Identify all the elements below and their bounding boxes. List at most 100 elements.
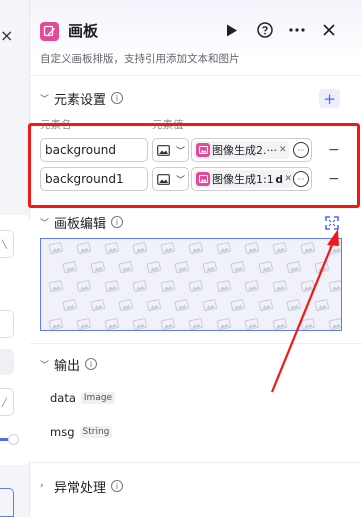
error-handling-header[interactable]: › 异常处理 i <box>40 477 124 496</box>
image-placeholder-icon <box>104 318 119 330</box>
image-placeholder-icon <box>118 261 133 274</box>
info-icon[interactable]: i <box>111 216 124 228</box>
image-placeholder-icon <box>104 242 119 255</box>
image-placeholder-icon <box>76 280 91 293</box>
image-placeholder-icon <box>216 280 231 293</box>
element-settings-title: 元素设置 <box>54 92 107 108</box>
canvas-node-panel: 画板 自定义画板排版，支持引用添加文本和图片 ﹀ 元素设置 i + 元素名 元素… <box>30 0 362 517</box>
image-placeholder-icon <box>132 318 147 330</box>
image-placeholder-icon <box>132 242 147 255</box>
panel-title: 画板 <box>68 22 99 40</box>
image-placeholder-icon <box>90 261 105 274</box>
background-field-disabled <box>0 349 14 375</box>
image-placeholder-icon <box>314 261 329 274</box>
output-name: data <box>50 391 76 405</box>
more-horizontal-icon <box>289 28 305 32</box>
background-field[interactable] <box>0 310 14 338</box>
image-placeholder-icon <box>244 318 259 330</box>
image-placeholder-icon <box>216 242 231 255</box>
image-placeholder-icon <box>272 318 287 330</box>
image-placeholder-icon <box>300 318 315 330</box>
image-placeholder-icon <box>62 299 77 312</box>
close-button[interactable] <box>318 19 340 41</box>
panel-description: 自定义画板排版，支持引用添加文本和图片 <box>40 53 240 65</box>
image-placeholder-icon <box>160 280 175 293</box>
background-field[interactable]: ╱ <box>0 388 14 416</box>
image-placeholder-icon <box>258 261 273 274</box>
image-placeholder-icon <box>314 299 329 312</box>
output-header[interactable]: ﹀ 输出 i <box>40 355 98 374</box>
canvas-preview[interactable] <box>40 238 342 331</box>
image-placeholder-icon <box>160 242 175 255</box>
chevron-down-icon: ﹀ <box>40 360 50 371</box>
image-placeholder-icon <box>244 242 259 255</box>
image-placeholder-icon <box>328 318 341 330</box>
more-button[interactable] <box>286 19 308 41</box>
divider <box>30 343 362 344</box>
info-icon[interactable]: i <box>111 480 124 492</box>
expand-fullscreen-icon[interactable] <box>325 216 339 230</box>
error-handling-title: 异常处理 <box>54 480 107 496</box>
question-circle-icon <box>257 22 273 38</box>
image-placeholder-icon <box>272 280 287 293</box>
image-placeholder-icon <box>286 261 301 274</box>
image-placeholder-icon <box>230 299 245 312</box>
image-placeholder-icon <box>48 318 63 330</box>
background-field[interactable]: ╲ <box>0 230 14 258</box>
info-icon[interactable]: i <box>111 92 124 104</box>
add-element-button[interactable]: + <box>319 89 340 108</box>
background-close-icon[interactable]: × <box>0 26 13 45</box>
image-placeholder-icon <box>118 299 133 312</box>
canvas-edit-title: 画板编辑 <box>54 216 107 232</box>
image-placeholder-icon <box>244 280 259 293</box>
output-item: data Image <box>50 390 116 406</box>
image-placeholder-icon <box>62 261 77 274</box>
image-placeholder-icon <box>328 280 341 293</box>
image-placeholder-icon <box>76 318 91 330</box>
image-placeholder-icon <box>202 261 217 274</box>
output-name: msg <box>50 425 75 439</box>
info-icon[interactable]: i <box>85 358 98 370</box>
image-placeholder-icon <box>48 280 63 293</box>
image-placeholder-icon <box>160 318 175 330</box>
help-button[interactable] <box>254 19 276 41</box>
image-placeholder-icon <box>202 299 217 312</box>
image-placeholder-icon <box>146 261 161 274</box>
image-placeholder-icon <box>300 280 315 293</box>
canvas-edit-header[interactable]: ﹀ 画板编辑 i <box>40 213 124 232</box>
run-button[interactable] <box>221 19 243 41</box>
image-placeholder-icon <box>272 242 287 255</box>
image-placeholder-icon <box>48 242 63 255</box>
image-placeholder-icon <box>76 242 91 255</box>
chevron-down-icon: ﹀ <box>40 94 50 105</box>
edit-pen-icon <box>40 22 59 41</box>
image-placeholder-icon <box>300 242 315 255</box>
image-placeholder-icon <box>174 261 189 274</box>
image-placeholder-icon <box>230 261 245 274</box>
chevron-down-icon: ﹀ <box>40 218 50 229</box>
image-placeholder-icon <box>132 280 147 293</box>
output-title: 输出 <box>54 358 81 374</box>
image-placeholder-icon <box>258 299 273 312</box>
divider <box>30 462 362 463</box>
play-icon <box>227 24 237 36</box>
chevron-right-icon: › <box>40 481 44 491</box>
element-settings-header[interactable]: ﹀ 元素设置 i <box>40 89 124 108</box>
annotation-highlight-box <box>28 123 360 208</box>
image-placeholder-icon <box>174 299 189 312</box>
image-placeholder-icon <box>188 242 203 255</box>
image-placeholder-icon <box>328 242 341 255</box>
image-placeholder-icon <box>90 299 105 312</box>
image-placeholder-icon <box>286 299 301 312</box>
close-icon <box>323 24 335 36</box>
output-type-badge: Image <box>80 392 116 404</box>
output-type-badge: String <box>79 426 113 438</box>
output-item: msg String <box>50 424 113 440</box>
image-placeholder-pattern <box>48 242 341 330</box>
background-slider-knob[interactable] <box>8 434 19 445</box>
background-selected-card[interactable] <box>0 488 14 517</box>
image-placeholder-icon <box>104 280 119 293</box>
divider <box>30 75 362 76</box>
image-placeholder-icon <box>188 318 203 330</box>
image-placeholder-icon <box>146 299 161 312</box>
